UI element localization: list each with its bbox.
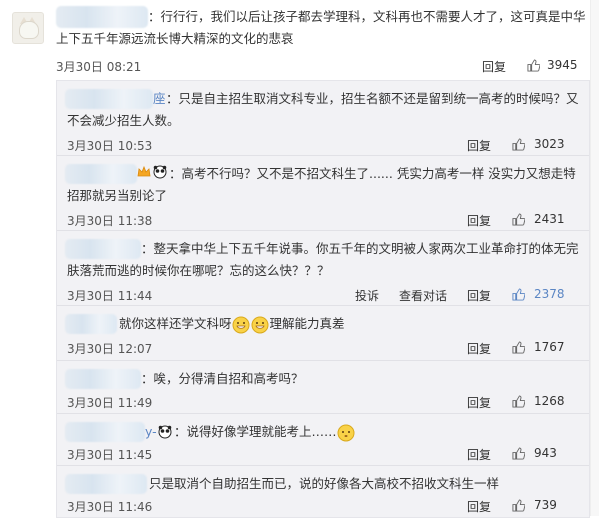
view-conversation-button[interactable]: 查看对话 bbox=[399, 287, 447, 304]
cat-face-icon bbox=[19, 21, 39, 39]
grin-emoji-icon bbox=[251, 316, 269, 333]
reply-text-line: 就你这样还学文科呀 理解能力真差 bbox=[119, 313, 345, 335]
reply-username-tail[interactable]: 座 bbox=[153, 88, 166, 110]
scrollbar[interactable] bbox=[590, 0, 599, 516]
weibo-comment-thread: ：行行行，我们以后让孩子都去学理科，文科再也不需要人才了，这可真是中华 上下五千… bbox=[0, 0, 599, 518]
reply-button[interactable]: 回复 bbox=[467, 446, 491, 463]
reply-item: 只是取消个自助招生而已，说的好像各大高校不招收文科生一样 3月30日 11:46… bbox=[57, 466, 589, 518]
grin-emoji-icon bbox=[232, 316, 250, 333]
like-count: 2431 bbox=[534, 212, 565, 226]
like-count: 943 bbox=[534, 446, 557, 460]
thumbs-up-icon[interactable] bbox=[512, 138, 525, 151]
reply-item: 座 ：只是自主招生取消文科专业，招生名额不还是留到统一高考的时候吗？又 不会减少… bbox=[57, 81, 589, 156]
reply-text-line: ：唉，分得清自招和高考吗？ bbox=[141, 371, 304, 386]
reply-text-line: 只是取消个自助招生而已，说的好像各大高校不招收文科生一样 bbox=[149, 476, 500, 491]
reply-list: 座 ：只是自主招生取消文科专业，招生名额不还是留到统一高考的时候吗？又 不会减少… bbox=[56, 80, 590, 518]
reply-text-line: 不会减少招生人数。 bbox=[67, 113, 180, 128]
reply-button[interactable]: 回复 bbox=[467, 212, 491, 229]
reply-username-tail[interactable]: y- bbox=[145, 421, 157, 443]
reply-time: 3月30日 11:44 bbox=[67, 289, 153, 303]
blurred-username[interactable] bbox=[65, 89, 153, 109]
blurred-username[interactable] bbox=[65, 422, 145, 442]
reply-text-before: 就你这样还学文科呀 bbox=[119, 316, 232, 331]
panda-emoji-icon bbox=[158, 425, 172, 439]
thumbs-up-icon[interactable] bbox=[512, 395, 525, 408]
report-button[interactable]: 投诉 bbox=[355, 287, 379, 304]
reply-item: ：唉，分得清自招和高考吗？ 3月30日 11:49 回复 1268 bbox=[57, 361, 589, 414]
thumbs-up-icon[interactable] bbox=[512, 288, 525, 301]
reply-text-line: 招那就另当别论了 bbox=[67, 188, 168, 203]
reply-button[interactable]: 回复 bbox=[467, 340, 491, 357]
comment-text-line: 上下五千年源远流长博大精深的文化的悲哀 bbox=[56, 31, 294, 46]
blurred-username[interactable] bbox=[65, 239, 141, 259]
main-comment: ：行行行，我们以后让孩子都去学理科，文科再也不需要人才了，这可真是中华 上下五千… bbox=[0, 0, 599, 80]
reply-time: 3月30日 11:38 bbox=[67, 214, 153, 228]
reply-time: 3月30日 11:49 bbox=[67, 396, 153, 410]
shy-face-emoji-icon bbox=[337, 424, 355, 441]
reply-text-after: 理解能力真差 bbox=[269, 316, 345, 331]
thumbs-up-icon[interactable] bbox=[527, 59, 540, 72]
reply-text-line: ：说得好像学理就能考上…… bbox=[174, 421, 356, 443]
like-count: 3945 bbox=[547, 58, 578, 72]
comment-text-line: ：行行行，我们以后让孩子都去学理科，文科再也不需要人才了，这可真是中华 bbox=[148, 9, 586, 24]
reply-button[interactable]: 回复 bbox=[467, 498, 491, 515]
thumbs-up-icon[interactable] bbox=[512, 341, 525, 354]
crown-badge-icon bbox=[137, 165, 151, 177]
blurred-username[interactable] bbox=[65, 164, 137, 184]
blurred-username[interactable] bbox=[65, 369, 141, 389]
reply-button[interactable]: 回复 bbox=[467, 394, 491, 411]
comment-time: 3月30日 08:21 bbox=[56, 60, 142, 74]
like-count: 1767 bbox=[534, 340, 565, 354]
thumbs-up-icon[interactable] bbox=[512, 499, 525, 512]
reply-text-line: ：只是自主招生取消文科专业，招生名额不还是留到统一高考的时候吗？又 bbox=[166, 91, 579, 106]
reply-text-line: ：整天拿中华上下五千年说事。你五千年的文明被人家两次工业革命打的体无完 bbox=[141, 241, 579, 256]
reply-button[interactable]: 回复 bbox=[482, 58, 506, 75]
reply-time: 3月30日 11:45 bbox=[67, 448, 153, 462]
reply-item: y- ：说得好像学理就能考上…… 3月30日 11:45 回复 943 bbox=[57, 414, 589, 466]
like-count: 739 bbox=[534, 498, 557, 512]
blurred-username[interactable] bbox=[65, 314, 117, 334]
reply-time: 3月30日 10:53 bbox=[67, 139, 153, 153]
like-count: 3023 bbox=[534, 137, 565, 151]
thumbs-up-icon[interactable] bbox=[512, 213, 525, 226]
blurred-username[interactable] bbox=[56, 6, 148, 28]
like-count: 2378 bbox=[534, 287, 565, 301]
like-count: 1268 bbox=[534, 394, 565, 408]
reply-item: 就你这样还学文科呀 理解能力真差 3月30日 12:07 回复 1767 bbox=[57, 306, 589, 361]
reply-time: 3月30日 11:46 bbox=[67, 500, 153, 514]
avatar[interactable] bbox=[12, 12, 44, 44]
reply-text-line: 肤落荒而逃的时候你在哪呢？忘的这么快？？？ bbox=[67, 263, 330, 278]
reply-text-line: ：高考不行吗？又不是不招文科生了...... 凭实力高考一样 没实力又想走特 bbox=[169, 166, 576, 181]
panda-emoji-icon bbox=[153, 165, 167, 179]
thumbs-up-icon[interactable] bbox=[512, 447, 525, 460]
blurred-username[interactable] bbox=[65, 474, 147, 494]
reply-item: ：整天拿中华上下五千年说事。你五千年的文明被人家两次工业革命打的体无完 肤落荒而… bbox=[57, 231, 589, 306]
reply-item: ：高考不行吗？又不是不招文科生了...... 凭实力高考一样 没实力又想走特 招… bbox=[57, 156, 589, 231]
reply-button[interactable]: 回复 bbox=[467, 137, 491, 154]
reply-text: ：说得好像学理就能考上…… bbox=[174, 424, 337, 439]
reply-button[interactable]: 回复 bbox=[467, 287, 491, 304]
reply-time: 3月30日 12:07 bbox=[67, 342, 153, 356]
